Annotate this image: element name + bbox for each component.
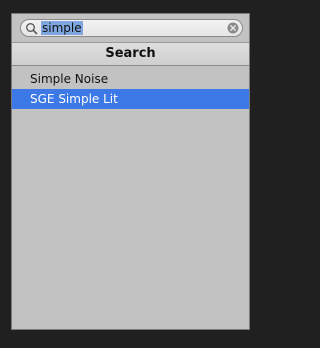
list-item-sge-simple-lit[interactable]: SGE Simple Lit: [12, 89, 249, 109]
search-header: Search: [12, 42, 249, 66]
search-row: simple: [12, 14, 249, 42]
search-input[interactable]: simple: [41, 21, 83, 35]
search-field[interactable]: simple: [20, 19, 243, 37]
clear-icon[interactable]: [227, 22, 239, 34]
search-popup: simple Search Simple Noise SGE Simple Li…: [11, 13, 250, 330]
list-item-simple-noise[interactable]: Simple Noise: [12, 69, 249, 89]
results-list: Simple Noise SGE Simple Lit: [12, 69, 249, 109]
search-icon: [26, 23, 38, 35]
